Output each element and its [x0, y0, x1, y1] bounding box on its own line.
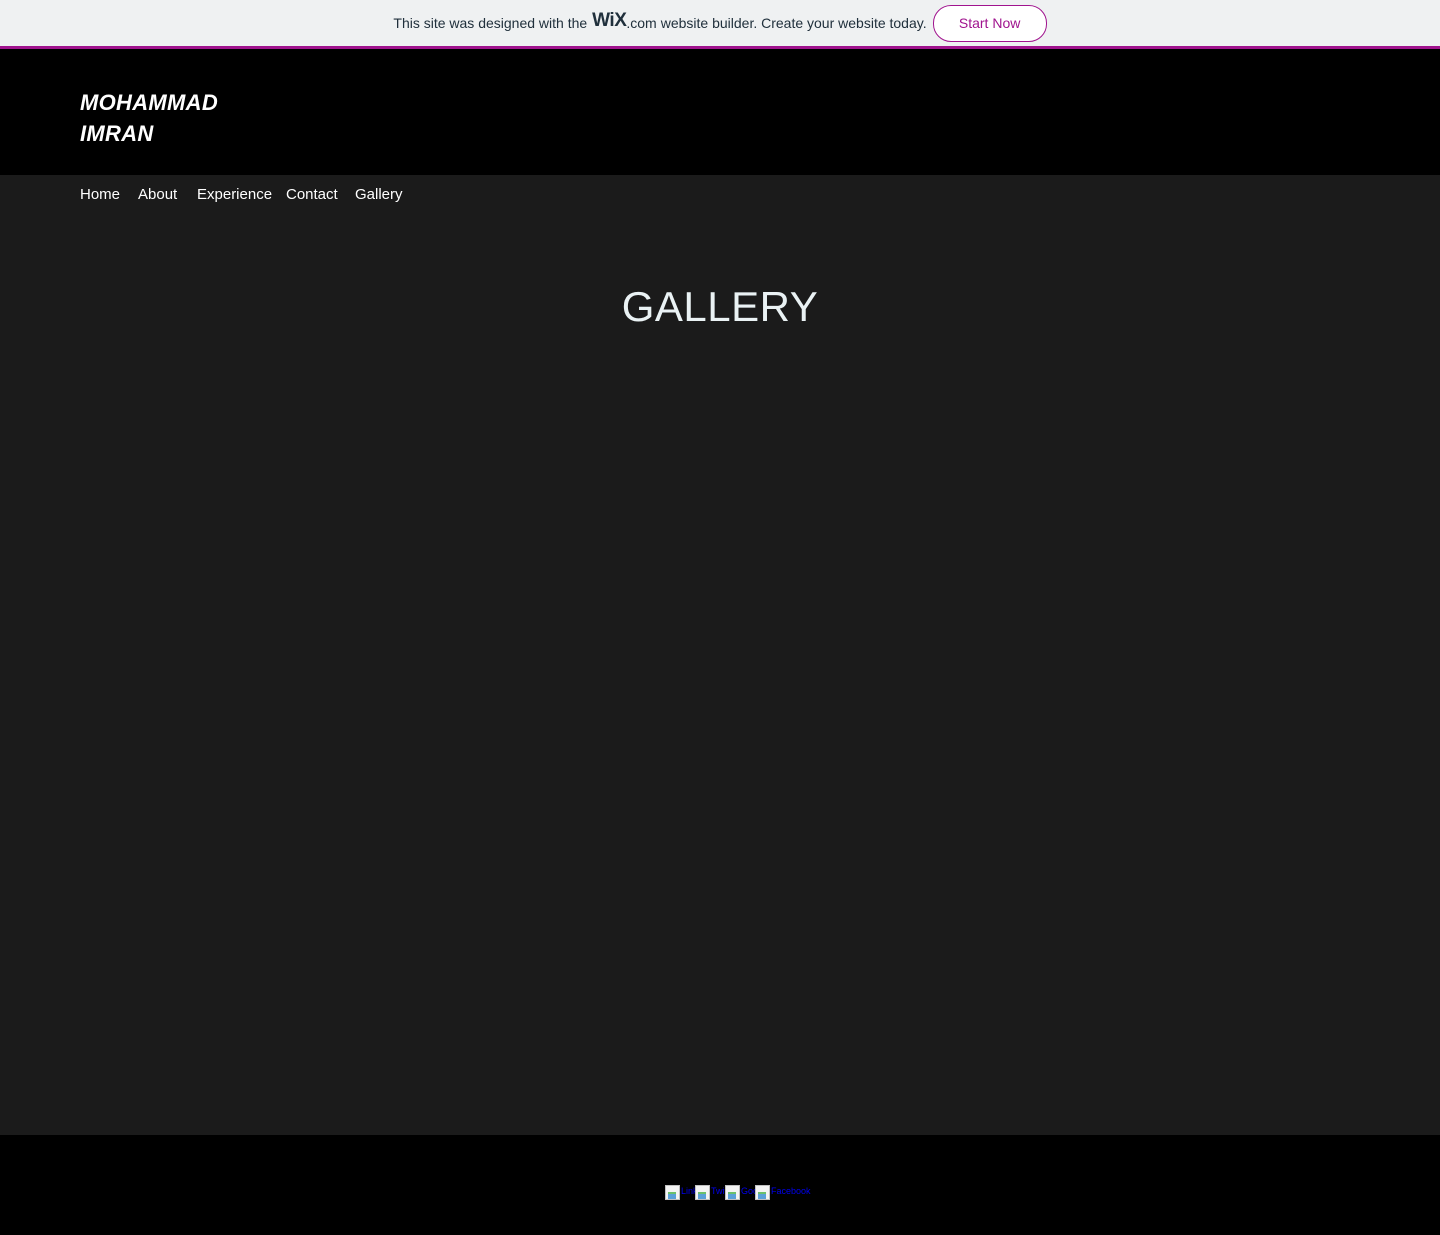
- site-header: MOHAMMAD IMRAN: [0, 49, 1440, 175]
- social-alt-text: LinkedIn: [681, 1186, 695, 1196]
- social-link-twitter[interactable]: Twitter: [695, 1185, 725, 1201]
- social-link-facebook[interactable]: Facebook: [755, 1185, 811, 1201]
- social-alt-text: Google+: [741, 1186, 755, 1196]
- main-content: GALLERY: [0, 215, 1440, 1135]
- nav-item-contact[interactable]: Contact: [286, 186, 338, 203]
- broken-image-icon: [665, 1185, 680, 1200]
- social-alt-text: Facebook: [771, 1186, 811, 1196]
- wix-dotcom: .com: [626, 15, 657, 31]
- site-navigation: Home About Experience Contact Gallery: [0, 175, 1440, 215]
- banner-text-before: This site was designed with the: [393, 15, 588, 31]
- nav-item-gallery[interactable]: Gallery: [355, 186, 403, 203]
- site-title-line2: IMRAN: [80, 121, 154, 146]
- page-title: GALLERY: [621, 283, 819, 330]
- broken-image-icon: [755, 1185, 770, 1200]
- broken-image-icon: [695, 1185, 710, 1200]
- broken-image-icon: [725, 1185, 740, 1200]
- nav-item-home[interactable]: Home: [80, 186, 120, 203]
- wix-promo-banner: This site was designed with the WiX .com…: [0, 0, 1440, 46]
- social-alt-text: Twitter: [711, 1186, 725, 1196]
- site-title-line1: MOHAMMAD: [80, 90, 219, 115]
- banner-message: This site was designed with the WiX .com…: [393, 10, 927, 34]
- social-link-linkedin[interactable]: LinkedIn: [665, 1185, 695, 1201]
- site-footer: LinkedIn Twitter Google+ Facebook: [0, 1135, 1440, 1235]
- social-bar: LinkedIn Twitter Google+ Facebook: [665, 1185, 811, 1201]
- start-now-button[interactable]: Start Now: [932, 4, 1047, 42]
- banner-text-after: website builder. Create your website tod…: [660, 15, 927, 31]
- social-link-google-plus[interactable]: Google+: [725, 1185, 755, 1201]
- site-title[interactable]: MOHAMMAD IMRAN: [80, 87, 280, 149]
- nav-item-about[interactable]: About: [138, 186, 177, 203]
- nav-item-experience[interactable]: Experience: [197, 186, 272, 203]
- wix-logo[interactable]: WiX: [592, 10, 627, 32]
